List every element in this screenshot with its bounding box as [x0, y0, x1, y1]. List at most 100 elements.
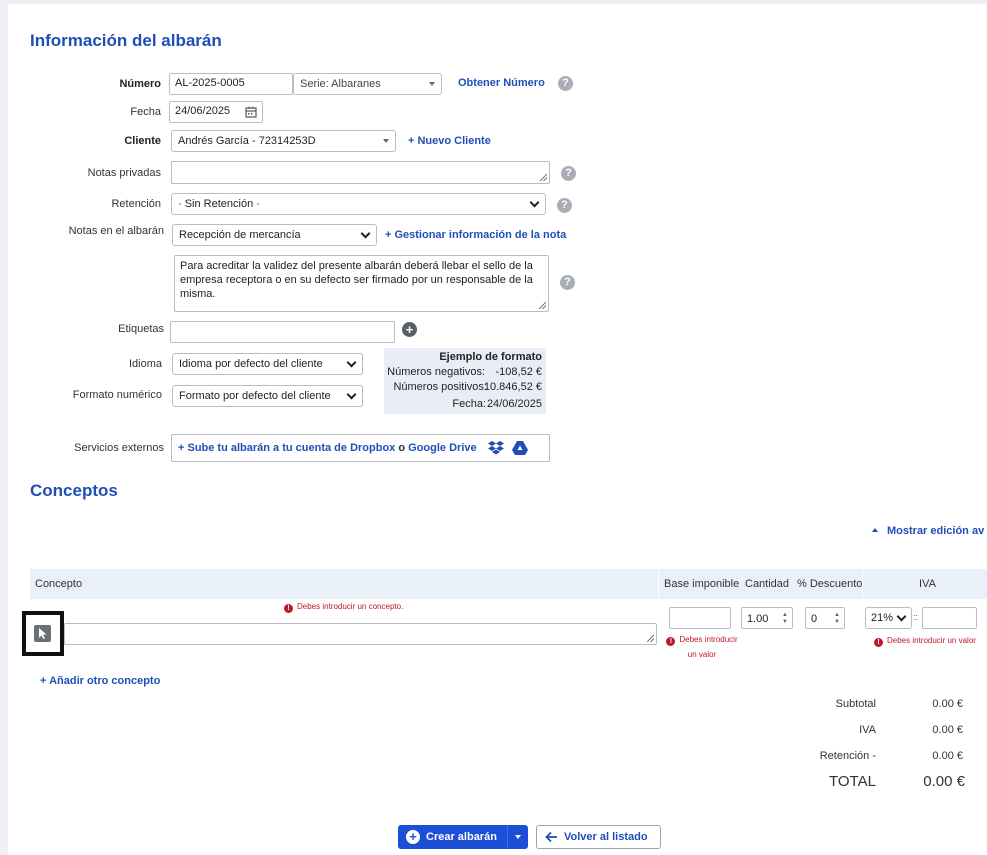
volver-listado-label: Volver al listado [564, 831, 648, 843]
iva-total-value: 0.00 € [932, 724, 963, 736]
plus-circle-icon: + [406, 830, 420, 844]
positivos-label: Números positivos: [393, 381, 487, 393]
fecha-example-label: Fecha: [452, 398, 486, 410]
notas-albaran-value: Recepción de mercancía [179, 229, 301, 241]
cliente-label: Cliente [124, 135, 161, 147]
help-icon[interactable]: ? [557, 198, 572, 213]
nuevo-cliente-link[interactable]: + Nuevo Cliente [408, 135, 491, 147]
drag-handle-box[interactable] [22, 611, 64, 656]
serie-value: Serie: Albaranes [300, 78, 381, 90]
total-value: 0.00 € [923, 773, 965, 790]
etiquetas-input[interactable] [170, 321, 395, 343]
upload-cloud-text: + Sube tu albarán a tu cuenta de Dropbox… [178, 442, 477, 454]
header-base: Base imponible [664, 578, 740, 590]
retencion-select[interactable]: · Sin Retención · [171, 193, 546, 215]
cantidad-value: 1.00 [747, 613, 769, 625]
descuento-input[interactable]: 0 ▲ ▼ [805, 607, 845, 629]
notas-albaran-select[interactable]: Recepción de mercancía [172, 224, 377, 246]
upload-dropbox-text: Dropbox [350, 442, 396, 454]
idioma-select[interactable]: Idioma por defecto del cliente [172, 353, 363, 375]
error-iva: ! Debes introducir un valor [874, 636, 976, 647]
notas-albaran-textarea[interactable]: Para acreditar la validez del presente a… [174, 255, 549, 312]
cantidad-input[interactable]: 1.00 ▲ ▼ [741, 607, 793, 629]
chevron-down-icon [896, 611, 907, 622]
caret-down-icon [515, 835, 521, 839]
servicios-label: Servicios externos [74, 442, 164, 454]
google-drive-icon [512, 441, 528, 455]
error-base-text-2: un valor [687, 650, 717, 659]
help-icon[interactable]: ? [558, 76, 573, 91]
serie-select[interactable]: Serie: Albaranes [293, 73, 442, 95]
caret-down-icon [383, 139, 389, 143]
crear-albaran-label: Crear albarán [426, 831, 497, 843]
total-label: TOTAL [829, 773, 876, 790]
iva-extra-input[interactable] [922, 607, 977, 629]
negativos-label: Números negativos: [387, 366, 485, 378]
etiquetas-label: Etiquetas [118, 323, 164, 335]
concepto-textarea[interactable] [64, 623, 657, 645]
chevron-down-icon [346, 357, 357, 368]
idioma-value: Idioma por defecto del cliente [179, 358, 323, 370]
resize-handle-icon[interactable] [540, 174, 547, 181]
fecha-input[interactable]: 24/06/2025 [169, 101, 263, 123]
resize-handle-icon[interactable] [647, 635, 654, 642]
retencion-total-label: Retención - [819, 750, 876, 762]
fecha-value: 24/06/2025 [175, 105, 231, 117]
error-icon: ! [666, 637, 676, 646]
numero-label: Número [119, 78, 161, 90]
base-imponible-input[interactable] [669, 607, 731, 629]
upload-gdrive-text: Google Drive [408, 442, 477, 454]
chevron-down-icon [360, 228, 371, 239]
cliente-value: Andrés García - 72314253D [178, 135, 316, 147]
cursor-pointer-icon[interactable] [34, 625, 51, 642]
add-tag-icon[interactable]: + [402, 322, 417, 337]
notas-privadas-textarea[interactable] [171, 161, 550, 184]
error-iva-text: Debes introducir un valor [887, 636, 976, 645]
resize-handle-icon[interactable] [539, 302, 546, 309]
header-cantidad: Cantidad [745, 578, 790, 590]
caret-down-icon [429, 82, 435, 86]
dropbox-icon [488, 441, 504, 455]
help-icon[interactable]: ? [561, 166, 576, 181]
notas-albaran-text: Para acreditar la validez del presente a… [180, 260, 533, 300]
numero-input[interactable]: AL-2025-0005 [169, 73, 293, 95]
volver-listado-button[interactable]: Volver al listado [536, 825, 661, 849]
negativos-value: -108,52 € [495, 366, 542, 378]
crear-albaran-button[interactable]: + Crear albarán [398, 825, 528, 849]
error-base-text-1: Debes introducir [679, 635, 738, 644]
retencion-total-value: 0.00 € [932, 750, 963, 762]
calendar-icon[interactable] [245, 106, 257, 118]
error-concepto: ! Debes introducir un concepto. [284, 602, 403, 613]
retencion-label: Retención [111, 198, 161, 210]
obtener-numero-link[interactable]: Obtener Número [458, 77, 545, 89]
fecha-example-value: 24/06/2025 [486, 398, 542, 410]
header-divider [658, 569, 659, 599]
notas-privadas-label: Notas privadas [87, 167, 161, 179]
header-iva: IVA [919, 578, 936, 590]
iva-separator: :: [913, 612, 919, 622]
iva-select[interactable]: 21% [865, 607, 912, 629]
spinner-icon[interactable]: ▲ ▼ [834, 612, 840, 626]
subtotal-value: 0.00 € [932, 698, 963, 710]
error-icon: ! [284, 604, 293, 613]
idioma-label: Idioma [128, 358, 162, 370]
crear-dropdown-toggle[interactable] [508, 825, 528, 849]
add-concepto-link[interactable]: + Añadir otro concepto [40, 675, 160, 687]
cliente-select[interactable]: Andrés García - 72314253D [171, 130, 396, 152]
error-concepto-text: Debes introducir un concepto. [297, 602, 404, 611]
header-divider [862, 569, 863, 599]
mostrar-edicion-link[interactable]: Mostrar edición av [872, 525, 984, 537]
gestionar-nota-link[interactable]: + Gestionar información de la nota [385, 229, 566, 241]
upload-cloud-button[interactable]: + Sube tu albarán a tu cuenta de Dropbox… [171, 434, 550, 462]
format-example-box: Ejemplo de formato Números negativos: -1… [384, 348, 546, 414]
page: Información del albarán Número AL-2025-0… [8, 4, 987, 855]
caret-up-icon [872, 528, 878, 532]
conceptos-table-header: Concepto Base imponible Cantidad % Descu… [30, 569, 987, 599]
retencion-value: · Sin Retención · [178, 198, 260, 210]
section-title-info: Información del albarán [30, 31, 222, 50]
formato-select[interactable]: Formato por defecto del cliente [172, 385, 363, 407]
header-concepto: Concepto [35, 578, 83, 590]
help-icon[interactable]: ? [560, 275, 575, 290]
spinner-icon[interactable]: ▲ ▼ [782, 612, 788, 626]
fecha-label: Fecha [130, 106, 161, 118]
